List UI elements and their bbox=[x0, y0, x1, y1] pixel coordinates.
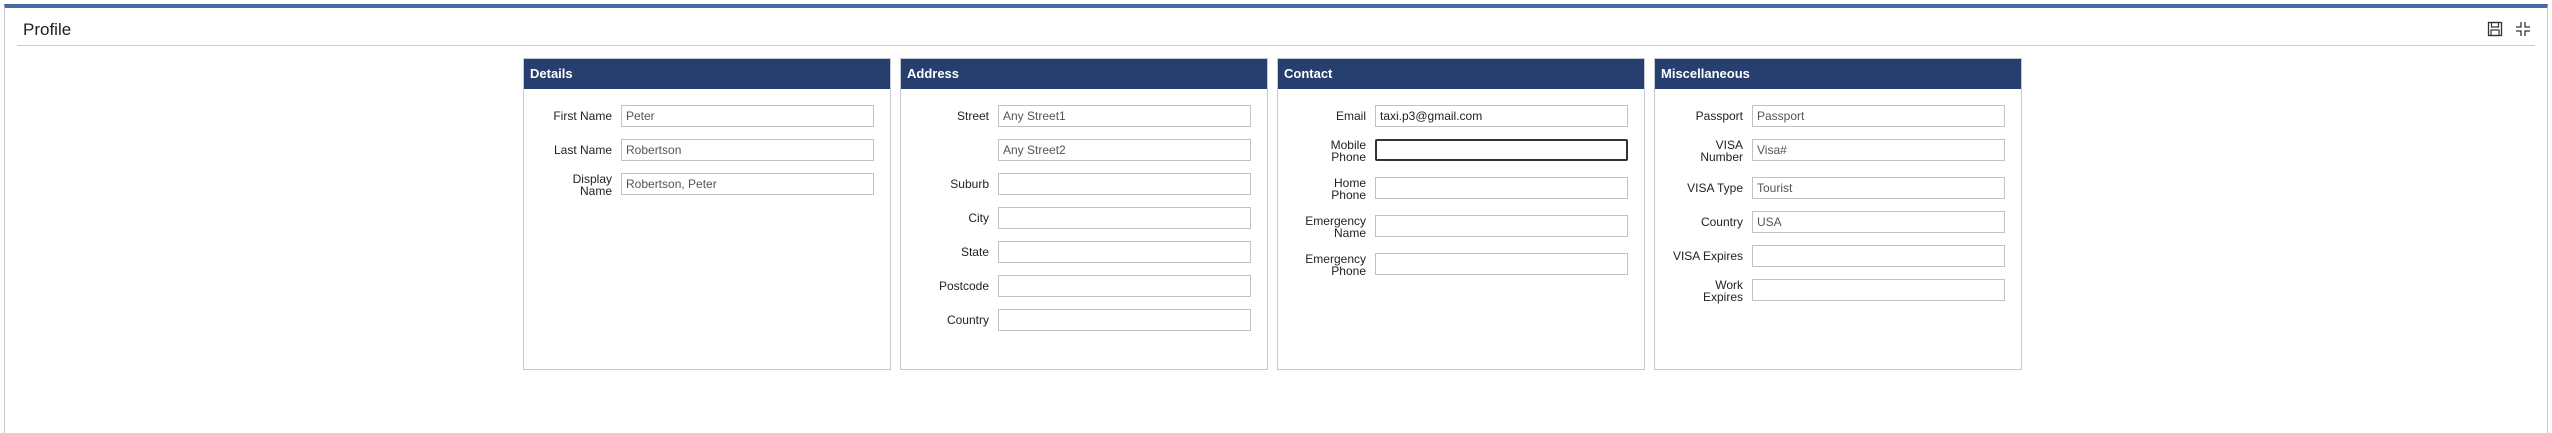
contact-panel-title: Contact bbox=[1278, 59, 1644, 89]
misc-panel-title: Miscellaneous bbox=[1655, 59, 2021, 89]
misc-panel: Miscellaneous Passport VISA Number VISA … bbox=[1654, 58, 2022, 370]
page-title: Profile bbox=[23, 20, 72, 39]
header: Profile bbox=[5, 8, 2547, 46]
header-divider bbox=[17, 45, 2535, 46]
passport-input[interactable] bbox=[1752, 105, 2005, 127]
state-input[interactable] bbox=[998, 241, 1251, 263]
home-phone-input[interactable] bbox=[1375, 177, 1628, 199]
address-panel: Address Street Suburb City State Postcod… bbox=[900, 58, 1268, 370]
address-country-input[interactable] bbox=[998, 309, 1251, 331]
street-label: Street bbox=[956, 109, 989, 123]
home-phone-label: Home Phone bbox=[1331, 176, 1366, 202]
email-input[interactable] bbox=[1375, 105, 1628, 127]
city-input[interactable] bbox=[998, 207, 1251, 229]
suburb-input[interactable] bbox=[998, 173, 1251, 195]
visa-country-input[interactable] bbox=[1752, 211, 2005, 233]
first-name-input[interactable] bbox=[621, 105, 874, 127]
street1-input[interactable] bbox=[998, 105, 1251, 127]
suburb-label: Suburb bbox=[950, 177, 989, 191]
display-name-input[interactable] bbox=[621, 173, 874, 195]
postcode-input[interactable] bbox=[998, 275, 1251, 297]
postcode-label: Postcode bbox=[938, 279, 989, 293]
visa-number-label: VISA Number bbox=[1700, 138, 1743, 164]
email-label: Email bbox=[1335, 109, 1366, 123]
city-label: City bbox=[968, 211, 989, 225]
street2-input[interactable] bbox=[998, 139, 1251, 161]
app-frame: Profile Details First Name Last Name bbox=[4, 4, 2548, 433]
collapse-icon[interactable] bbox=[2515, 21, 2531, 37]
last-name-input[interactable] bbox=[621, 139, 874, 161]
last-name-label: Last Name bbox=[553, 143, 612, 157]
passport-label: Passport bbox=[1695, 109, 1743, 123]
display-name-label: Display Name bbox=[572, 172, 612, 198]
state-label: State bbox=[960, 245, 989, 259]
contact-panel: Contact Email Mobile Phone Home Phone Em… bbox=[1277, 58, 1645, 370]
address-country-label: Country bbox=[946, 313, 989, 327]
first-name-label: First Name bbox=[553, 109, 612, 123]
visa-type-input[interactable] bbox=[1752, 177, 2005, 199]
emergency-name-label: Emergency Name bbox=[1305, 214, 1366, 240]
emergency-phone-label: Emergency Phone bbox=[1305, 252, 1366, 278]
visa-expires-label: VISA Expires bbox=[1672, 249, 1743, 263]
visa-number-input[interactable] bbox=[1752, 139, 2005, 161]
details-panel-title: Details bbox=[524, 59, 890, 89]
visa-expires-input[interactable] bbox=[1752, 245, 2005, 267]
save-icon[interactable] bbox=[2487, 21, 2503, 37]
details-panel: Details First Name Last Name Display Nam… bbox=[523, 58, 891, 370]
visa-type-label: VISA Type bbox=[1687, 181, 1743, 195]
work-expires-input[interactable] bbox=[1752, 279, 2005, 301]
visa-country-label: Country bbox=[1700, 215, 1743, 229]
mobile-phone-input[interactable] bbox=[1375, 139, 1628, 161]
emergency-name-input[interactable] bbox=[1375, 215, 1628, 237]
mobile-phone-label: Mobile Phone bbox=[1330, 138, 1366, 164]
work-expires-label: Work Expires bbox=[1702, 278, 1743, 304]
emergency-phone-input[interactable] bbox=[1375, 253, 1628, 275]
address-panel-title: Address bbox=[901, 59, 1267, 89]
